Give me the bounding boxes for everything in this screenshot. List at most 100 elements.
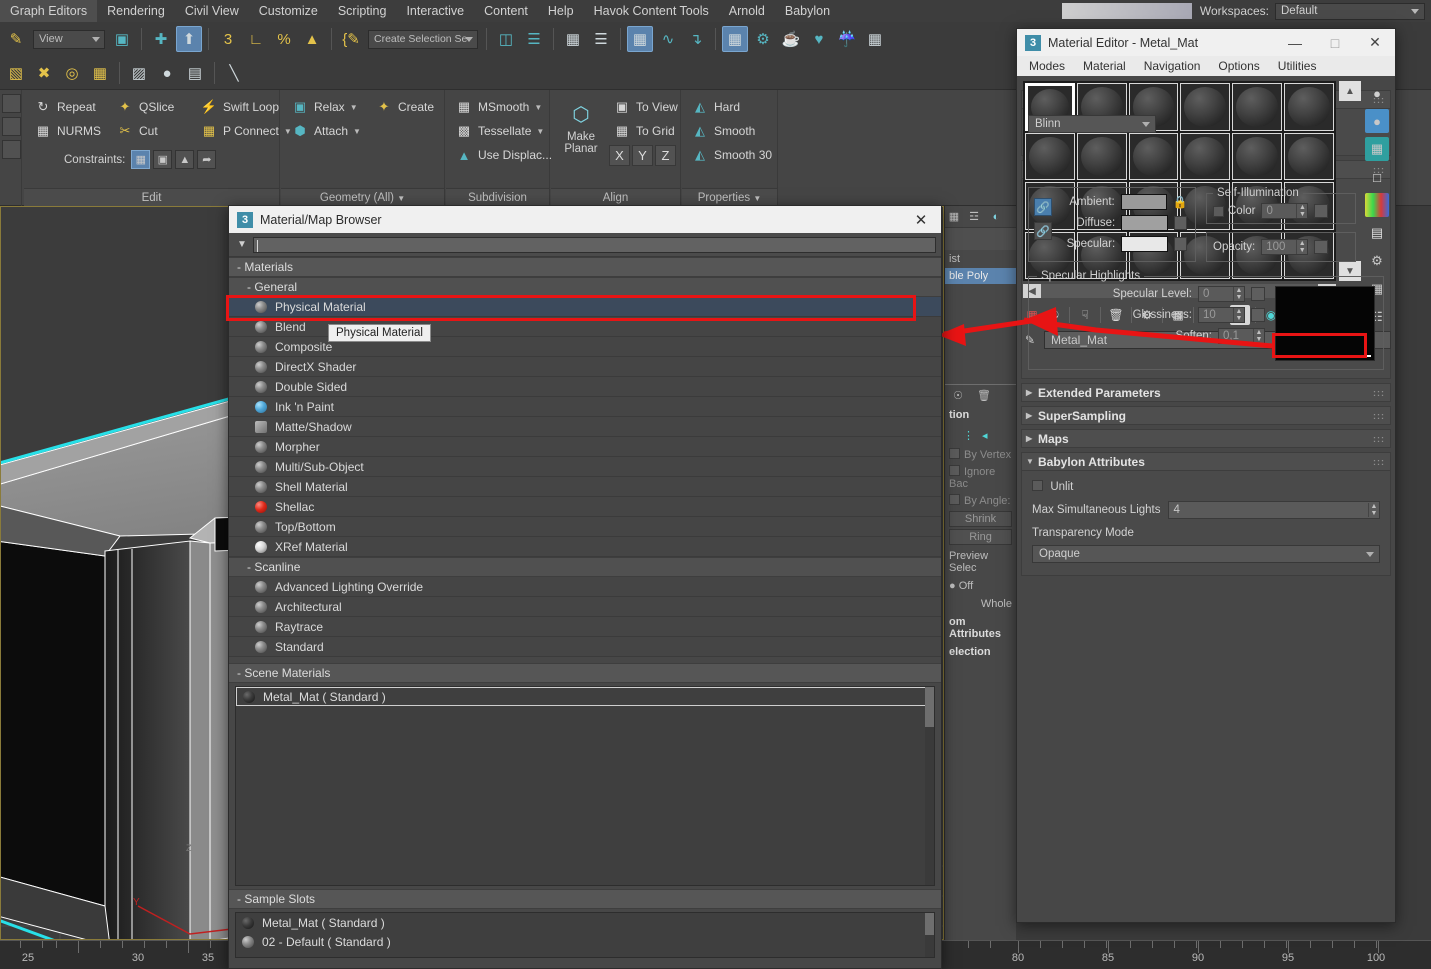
ring-button[interactable]: Ring [949, 529, 1012, 545]
constraint-none-icon[interactable]: ▦ [131, 150, 150, 169]
ambient-color-swatch[interactable] [1121, 194, 1167, 210]
ribbon-item-use-displacement[interactable]: ▲ Use Displac... [451, 143, 556, 167]
render-production-icon[interactable]: ☕ [778, 26, 804, 52]
menu-item-customize[interactable]: Customize [249, 0, 328, 22]
chevron-down-icon[interactable]: ▼ [753, 194, 761, 203]
spinner-arrows-icon[interactable]: ▲▼ [1296, 240, 1307, 254]
soften-spinner[interactable]: 0,1 ▲▼ [1218, 328, 1265, 344]
align-icon[interactable]: ☰ [521, 26, 547, 52]
clone-and-align-icon[interactable]: ▨ [126, 60, 152, 86]
maximize-icon[interactable]: □ [1315, 29, 1355, 56]
preview-selection-off-radio[interactable]: ● Off [945, 577, 1016, 595]
material-list-item[interactable]: Shellac [229, 497, 941, 517]
select-similar-icon[interactable]: ▧ [3, 60, 29, 86]
align-z-button[interactable]: Z [655, 145, 676, 166]
checkbox-icon[interactable] [1213, 206, 1224, 217]
menu-item-havok-content-tools[interactable]: Havok Content Tools [584, 0, 719, 22]
me-menu-options[interactable]: Options [1218, 59, 1259, 73]
spinner-snap-toggle-icon[interactable]: ▲ [299, 26, 325, 52]
rollout-header-babylon-attributes[interactable]: ▼ Babylon Attributes ::: [1021, 452, 1391, 471]
material-list-item[interactable]: Advanced Lighting Override [229, 577, 941, 597]
menu-item-interactive[interactable]: Interactive [396, 0, 474, 22]
spinner-arrows-icon[interactable]: ▲▼ [1233, 287, 1244, 301]
unlit-checkbox[interactable]: Unlit [1032, 479, 1380, 493]
ribbon-item-nurms[interactable]: ▦ NURMS [30, 119, 105, 143]
select-and-uniform-scale-icon[interactable]: ⬆ [176, 26, 202, 52]
material-list-item[interactable]: Standard [229, 637, 941, 657]
make-unique-icon[interactable]: ☉ [945, 389, 971, 402]
lock-diffuse-specular-icon[interactable]: 🔗 [1034, 222, 1052, 240]
material-list-item[interactable]: Morpher [229, 437, 941, 457]
modifier-icon-1[interactable]: ▦ [945, 210, 963, 223]
me-menu-material[interactable]: Material [1083, 59, 1126, 73]
vertex-subobject-icon[interactable]: ⋮ [963, 429, 974, 442]
opacity-spinner[interactable]: 100 ▲▼ [1261, 239, 1308, 255]
by-angle-check[interactable]: By Angle: [945, 492, 1016, 509]
select-and-move-icon[interactable]: ✚ [148, 26, 174, 52]
chevron-down-icon[interactable]: ▼ [350, 103, 358, 112]
specular-map-button[interactable] [1174, 237, 1187, 251]
close-icon[interactable]: ✕ [1355, 29, 1395, 56]
reference-coordinate-system-select[interactable]: View [33, 30, 105, 49]
align-x-button[interactable]: X [609, 145, 630, 166]
sample-uv-tiling-icon[interactable]: □ [1365, 165, 1389, 189]
spinner-arrows-icon[interactable]: ▲▼ [1253, 329, 1264, 343]
me-menu-navigation[interactable]: Navigation [1144, 59, 1201, 73]
sample-slot-row[interactable]: 02 - Default ( Standard ) [236, 932, 934, 951]
create-selection-set-input[interactable]: Create Selection Se [368, 30, 478, 49]
sample-slot[interactable] [1025, 133, 1075, 181]
menu-item-content[interactable]: Content [474, 0, 538, 22]
modifier-icon-2[interactable]: ☲ [963, 210, 985, 223]
group-header-general[interactable]: - General [229, 277, 941, 297]
me-menu-utilities[interactable]: Utilities [1278, 59, 1317, 73]
measure-distance-icon[interactable]: ╲ [221, 60, 247, 86]
glossiness-map-button[interactable] [1251, 308, 1265, 322]
constraint-normal-icon[interactable]: ➦ [197, 150, 216, 169]
material-list-item[interactable]: Multi/Sub-Object [229, 457, 941, 477]
shader-type-select[interactable]: Blinn [1028, 115, 1156, 133]
sample-slot[interactable] [1284, 83, 1334, 131]
rollout-header-maps[interactable]: ▶ Maps ::: [1021, 429, 1391, 448]
ribbon-item-create[interactable]: ✦ Create [371, 95, 438, 119]
transparency-mode-select[interactable]: Opaque [1032, 545, 1380, 563]
selection-header-2[interactable]: election [945, 643, 1016, 661]
sample-type-sphere-icon[interactable]: ● [1365, 81, 1389, 105]
group-header-materials[interactable]: - Materials [229, 257, 941, 277]
diffuse-map-button[interactable] [1174, 216, 1187, 230]
ribbon-item-qslice[interactable]: ✦ QSlice [112, 95, 178, 119]
snaps-toggle-3-icon[interactable]: 3 [215, 26, 241, 52]
sample-slot[interactable] [1284, 133, 1334, 181]
material-list-item[interactable]: Raytrace [229, 617, 941, 637]
schematic-view-icon[interactable]: ↴ [683, 26, 709, 52]
specular-level-map-button[interactable] [1251, 287, 1265, 301]
lock-ambient-diffuse-icon[interactable]: 🔗 [1034, 198, 1052, 216]
ribbon-item-smooth[interactable]: ◭ Smooth [687, 119, 776, 143]
ribbon-mini-btn-1[interactable] [2, 94, 21, 113]
polygon-subobject-icon[interactable]: ◂ [982, 429, 988, 442]
ribbon-mini-btn-3[interactable] [2, 140, 21, 159]
ribbon-item-msmooth[interactable]: ▦ MSmooth ▼ [451, 95, 556, 119]
material-list-item[interactable]: Shell Material [229, 477, 941, 497]
mirror-icon[interactable]: ◫ [493, 26, 519, 52]
named-selection-sets-icon[interactable]: {✎ [338, 26, 364, 52]
self-illum-map-button[interactable] [1314, 204, 1328, 218]
browser-options-icon[interactable]: ▼ [234, 239, 250, 250]
ribbon-item-to-grid[interactable]: ▦ To Grid [609, 119, 682, 143]
material-list-item[interactable]: DirectX Shader [229, 357, 941, 377]
scene-explorer-icon[interactable]: ☰ [588, 26, 614, 52]
material-editor-icon[interactable]: ▦ [627, 26, 653, 52]
sample-slot[interactable] [1077, 133, 1127, 181]
spinner-arrows-icon[interactable]: ▲▼ [1368, 503, 1379, 517]
rollout-header-extended-parameters[interactable]: ▶ Extended Parameters ::: [1021, 383, 1391, 402]
video-color-check-icon[interactable] [1365, 193, 1389, 217]
ribbon-item-hard[interactable]: ◭ Hard [687, 95, 776, 119]
group-header-scanline[interactable]: - Scanline [229, 557, 941, 577]
menu-item-babylon[interactable]: Babylon [775, 0, 840, 22]
material-list-item[interactable]: Matte/Shadow [229, 417, 941, 437]
render-frame-window-icon[interactable]: ⚙ [750, 26, 776, 52]
select-object-icon[interactable]: ✎ [3, 26, 29, 52]
material-list-item[interactable]: Architectural [229, 597, 941, 617]
close-icon[interactable]: ✕ [901, 206, 941, 233]
array-icon[interactable]: ✖ [31, 60, 57, 86]
material-list-scanline[interactable]: Advanced Lighting OverrideArchitecturalR… [229, 577, 941, 657]
